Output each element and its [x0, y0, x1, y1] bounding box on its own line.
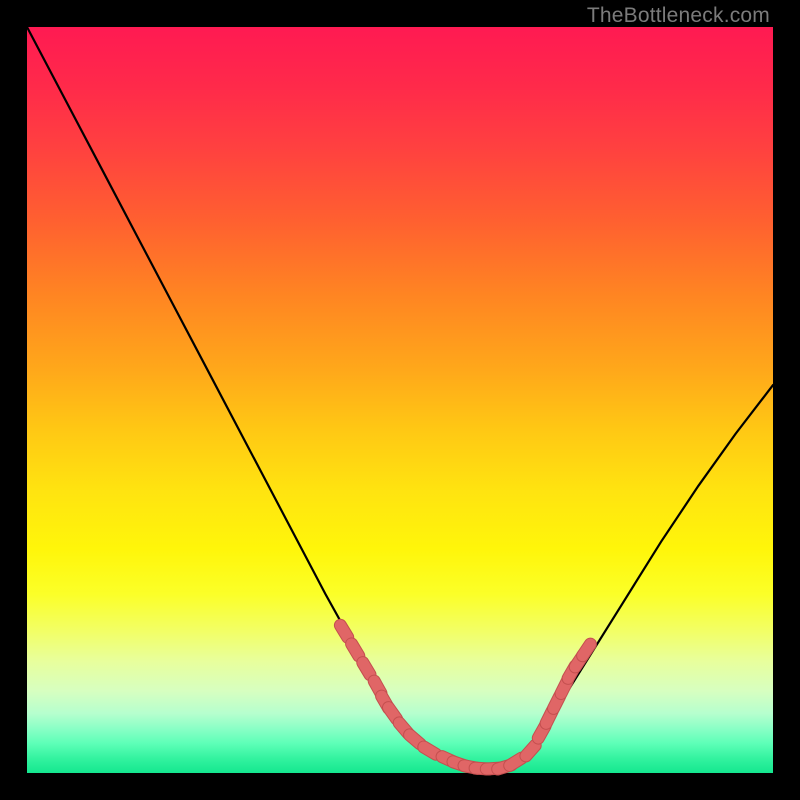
watermark-text: TheBottleneck.com	[587, 4, 770, 28]
chart-frame: TheBottleneck.com	[0, 0, 800, 800]
curve-markers	[340, 625, 590, 769]
curve-marker	[510, 758, 522, 765]
curve-marker	[389, 708, 397, 719]
bottleneck-curve	[27, 27, 773, 769]
curve-marker	[352, 644, 359, 656]
plot-area	[27, 27, 773, 773]
curve-marker	[526, 745, 535, 756]
curve-marker	[410, 735, 421, 744]
curve-marker	[340, 625, 347, 637]
curve-marker	[424, 747, 436, 754]
curve-marker	[583, 644, 591, 656]
curve-marker	[363, 663, 370, 675]
curve-layer	[27, 27, 773, 773]
